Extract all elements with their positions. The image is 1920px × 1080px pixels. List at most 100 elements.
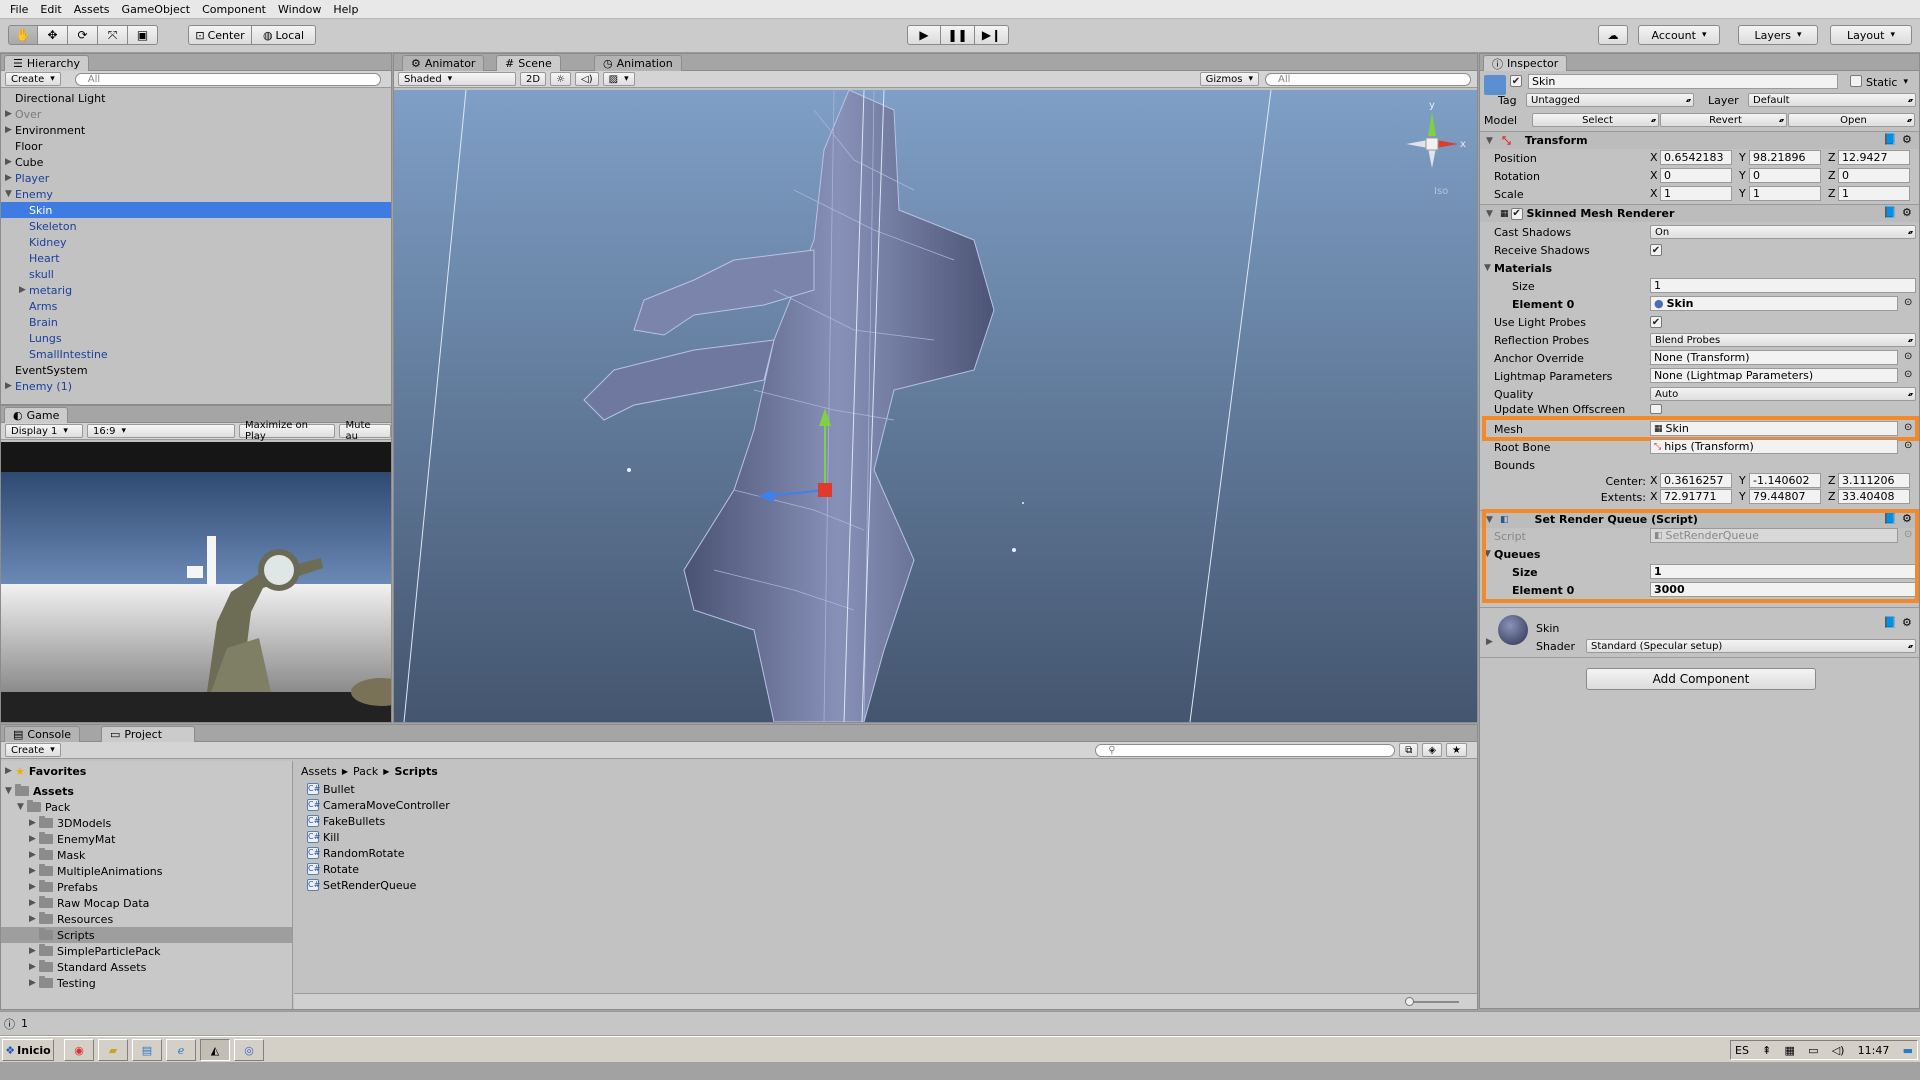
start-button[interactable]: ❖ Inicio — [2, 1039, 54, 1061]
material-element0-field[interactable]: ● Skin — [1650, 296, 1898, 311]
game-view[interactable] — [1, 442, 391, 722]
menu-gameobject[interactable]: GameObject — [116, 3, 197, 16]
gizmos-dropdown[interactable]: Gizmos — [1199, 72, 1259, 86]
model-open-button[interactable]: Open — [1788, 113, 1915, 127]
help-icon[interactable]: 📘 — [1883, 133, 1897, 146]
axis-x-label[interactable]: X — [1650, 169, 1658, 182]
script-file-item[interactable]: C# SetRenderQueue — [307, 877, 707, 893]
hierarchy-item[interactable]: Skeleton — [1, 218, 391, 234]
pause-icon[interactable]: ❚❚ — [941, 25, 975, 45]
foldout-icon[interactable]: ▼ — [17, 802, 27, 812]
menu-window[interactable]: Window — [272, 3, 327, 16]
anchor-override-field[interactable]: None (Transform) — [1650, 350, 1898, 365]
foldout-icon[interactable]: ▶ — [5, 157, 15, 167]
menu-edit[interactable]: Edit — [34, 3, 67, 16]
axis-y-label[interactable]: Y — [1739, 151, 1746, 164]
help-icon[interactable]: 📘 — [1883, 616, 1897, 629]
hierarchy-item[interactable]: ▶ Enemy (1) — [1, 378, 391, 394]
aspect-dropdown[interactable]: 16:9 — [87, 424, 235, 438]
hierarchy-item[interactable]: Directional Light — [1, 90, 391, 106]
static-dropdown[interactable]: Static ▾ — [1866, 74, 1919, 90]
network-icon[interactable]: ▦ — [1785, 1044, 1795, 1057]
object-picker-icon[interactable]: ⊙ — [1904, 440, 1912, 451]
breadcrumb-pack[interactable]: Pack — [353, 765, 378, 778]
gear-icon[interactable]: ⚙ — [1902, 616, 1912, 629]
foldout-icon[interactable]: ▶ — [29, 818, 39, 828]
tab-project[interactable]: ▭ Project — [101, 726, 195, 742]
explorer-folder-icon[interactable]: ▰ — [98, 1039, 128, 1061]
queues-element0-field[interactable]: 3000 — [1650, 582, 1916, 597]
object-picker-icon[interactable]: ⊙ — [1904, 422, 1912, 433]
axis-z-label[interactable]: Z — [1828, 169, 1836, 182]
axis-z-label[interactable]: Z — [1828, 474, 1836, 487]
tag-dropdown[interactable]: Untagged — [1526, 93, 1694, 107]
transform-position-x-field[interactable]: 0.6542183 — [1660, 150, 1732, 165]
hierarchy-item[interactable]: ▶ Over — [1, 106, 391, 122]
rect-tool-icon[interactable]: ▣ — [128, 25, 158, 45]
foldout-icon[interactable]: ▶ — [1486, 637, 1493, 647]
foldout-icon[interactable]: ▶ — [29, 834, 39, 844]
layers-dropdown[interactable]: Layers — [1738, 25, 1818, 45]
project-tree-item[interactable]: Scripts — [1, 927, 292, 943]
script-file-item[interactable]: C# FakeBullets — [307, 813, 707, 829]
transform-rotation-z-field[interactable]: 0 — [1838, 168, 1910, 183]
add-component-button[interactable]: Add Component — [1586, 668, 1816, 690]
lighting-icon[interactable]: ☼ — [550, 72, 572, 86]
tab-animator[interactable]: ⚙ Animator — [402, 55, 485, 71]
update-offscreen-checkbox[interactable] — [1650, 404, 1662, 414]
favorite-star-icon[interactable]: ★ — [1446, 743, 1467, 757]
foldout-icon[interactable]: ▶ — [29, 978, 39, 988]
foldout-icon[interactable]: ▶ — [29, 898, 39, 908]
object-name-field[interactable]: Skin — [1528, 74, 1838, 89]
extents-xyz-x-field[interactable]: 72.91771 — [1660, 489, 1732, 504]
script-file-item[interactable]: C# RandomRotate — [307, 845, 707, 861]
foldout-icon[interactable]: ▶ — [29, 962, 39, 972]
step-icon[interactable]: ▶❙ — [975, 25, 1009, 45]
project-tree-item[interactable]: ▶ Testing — [1, 975, 292, 991]
root-bone-field[interactable]: ⤡ hips (Transform) — [1650, 439, 1898, 454]
axis-z-label[interactable]: Z — [1828, 187, 1836, 200]
hierarchy-item[interactable]: Kidney — [1, 234, 391, 250]
slider-handle[interactable] — [1405, 997, 1414, 1006]
foldout-icon[interactable]: ▼ — [5, 786, 15, 796]
center-xyz-x-field[interactable]: 0.3616257 — [1660, 473, 1732, 488]
tab-game[interactable]: ◐ Game — [4, 407, 69, 423]
shading-mode-dropdown[interactable]: Shaded — [398, 72, 516, 86]
project-tree-item[interactable]: ▶ Resources — [1, 911, 292, 927]
object-picker-icon[interactable]: ⊙ — [1904, 297, 1912, 308]
transform-scale-z-field[interactable]: 1 — [1838, 186, 1910, 201]
hierarchy-item[interactable]: Lungs — [1, 330, 391, 346]
project-tree-item[interactable]: ▶ Raw Mocap Data — [1, 895, 292, 911]
pivot-center-button[interactable]: ⊡ Center — [188, 25, 252, 45]
center-xyz-y-field[interactable]: -1.140602 — [1749, 473, 1821, 488]
center-xyz-z-field[interactable]: 3.111206 — [1838, 473, 1910, 488]
foldout-icon[interactable]: ▶ — [29, 882, 39, 892]
foldout-icon[interactable]: ▼ — [5, 189, 15, 199]
foldout-icon[interactable]: ▶ — [29, 946, 39, 956]
smr-enabled-checkbox[interactable]: ✔ — [1510, 207, 1523, 220]
mesh-field[interactable]: ▦ Skin — [1650, 421, 1898, 436]
scale-tool-icon[interactable]: ⤧ — [98, 25, 128, 45]
tab-animation[interactable]: ◷ Animation — [594, 55, 682, 71]
foldout-icon[interactable]: ▶ — [5, 125, 15, 135]
scene-view[interactable]: y x Iso — [394, 89, 1477, 722]
project-tree-item[interactable]: ▶ MultipleAnimations — [1, 863, 292, 879]
project-tree-item[interactable]: ▶ ★ Favorites — [1, 763, 292, 779]
transform-rotation-y-field[interactable]: 0 — [1749, 168, 1821, 183]
script-file-item[interactable]: C# CameraMoveController — [307, 797, 707, 813]
hierarchy-item[interactable]: Heart — [1, 250, 391, 266]
axis-x-label[interactable]: X — [1650, 151, 1658, 164]
foldout-icon[interactable]: ▶ — [5, 173, 15, 183]
notepad-icon[interactable]: ▤ — [132, 1039, 162, 1061]
move-tool-icon[interactable]: ✥ — [38, 25, 68, 45]
project-tree-item[interactable]: ▶ Mask — [1, 847, 292, 863]
hierarchy-item[interactable]: Floor — [1, 138, 391, 154]
breadcrumb-scripts[interactable]: Scripts — [394, 765, 437, 778]
filter-type-icon[interactable]: ⧉ — [1399, 743, 1419, 757]
foldout-icon[interactable]: ▶ — [19, 285, 29, 295]
project-tree-item[interactable]: ▼ Assets — [1, 783, 292, 799]
help-icon[interactable]: 📘 — [1883, 206, 1897, 219]
model-revert-button[interactable]: Revert — [1660, 113, 1787, 127]
hierarchy-item[interactable]: skull — [1, 266, 391, 282]
app-icon[interactable]: ◎ — [234, 1039, 264, 1061]
